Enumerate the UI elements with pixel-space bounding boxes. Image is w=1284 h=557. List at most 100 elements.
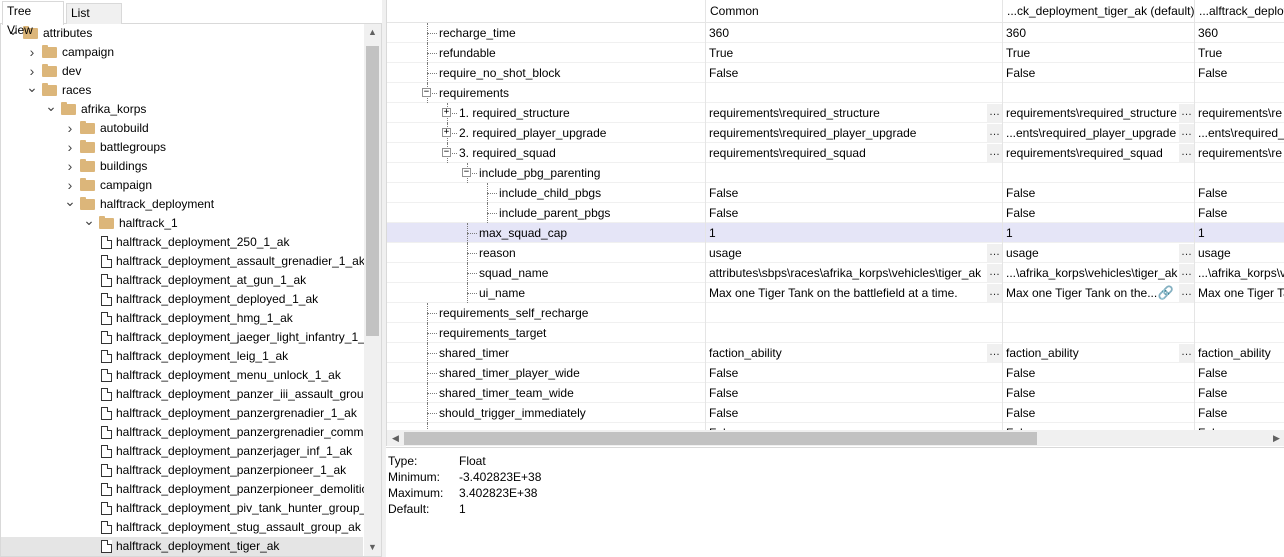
property-row[interactable]: shared_timer_player_wide False False False (387, 363, 1284, 383)
collapse-minus-icon[interactable]: − (462, 168, 471, 177)
tree-folder-item[interactable]: › battlegroups (1, 138, 363, 157)
property-name-cell[interactable]: reason (387, 243, 706, 263)
ellipsis-button[interactable]: … (1179, 124, 1194, 142)
ellipsis-button[interactable]: … (1179, 344, 1194, 362)
property-value-cell[interactable] (706, 303, 1003, 323)
property-name-cell[interactable]: max_squad_cap (387, 223, 706, 243)
property-row[interactable]: ui_name Max one Tiger Tank on the battlef… (387, 283, 1284, 303)
chevron-right-icon[interactable]: › (64, 119, 76, 138)
property-value-cell[interactable]: True (1003, 43, 1195, 63)
property-value-cell[interactable]: 1 (706, 223, 1003, 243)
property-value-cell[interactable]: False (1003, 63, 1195, 83)
ellipsis-button[interactable]: … (1179, 104, 1194, 122)
property-row[interactable]: requirements_self_recharge (387, 303, 1284, 323)
property-value-cell[interactable]: False (1195, 403, 1284, 423)
property-value-cell[interactable]: False (706, 363, 1003, 383)
property-value-cell[interactable]: False (1195, 183, 1284, 203)
tree-folder-item[interactable]: ⌄attributes (1, 24, 363, 43)
chevron-down-icon[interactable]: ⌄ (64, 194, 76, 214)
property-value-cell[interactable]: requirements\required_structure… (706, 103, 1003, 123)
property-row[interactable]: require_no_shot_block False False False (387, 63, 1284, 83)
ellipsis-button[interactable]: … (1179, 144, 1194, 162)
ellipsis-button[interactable]: … (987, 344, 1002, 362)
ellipsis-button[interactable]: … (987, 144, 1002, 162)
ellipsis-button[interactable]: … (987, 124, 1002, 142)
property-value-cell[interactable] (1195, 323, 1284, 343)
ellipsis-button[interactable]: … (1179, 244, 1194, 262)
property-row[interactable]: +1. required_structure requirements\requi… (387, 103, 1284, 123)
property-name-cell[interactable]: +2. required_player_upgrade (387, 123, 706, 143)
property-grid[interactable]: Common ...ck_deployment_tiger_ak (default… (386, 0, 1284, 446)
ellipsis-button[interactable]: … (987, 264, 1002, 282)
property-value-cell[interactable]: Max one Tiger Ta (1195, 283, 1284, 303)
property-value-cell[interactable]: False (1003, 403, 1195, 423)
chevron-right-icon[interactable]: › (64, 157, 76, 176)
tree-file-item[interactable]: halftrack_deployment_panzergrenadier_com… (1, 423, 377, 442)
ellipsis-button[interactable]: … (1179, 284, 1194, 302)
tab-tree-view[interactable]: Tree View (2, 1, 64, 37)
property-name-cell[interactable]: include_child_pbgs (387, 183, 706, 203)
property-value-cell[interactable]: requirements\required_player_upgrade… (706, 123, 1003, 143)
property-name-cell[interactable]: squad_name (387, 263, 706, 283)
tree-file-item[interactable]: halftrack_deployment_jaeger_light_infant… (1, 328, 378, 347)
property-value-cell[interactable]: False (1195, 383, 1284, 403)
scroll-left-arrow-icon[interactable]: ◀ (387, 430, 404, 446)
property-value-cell[interactable] (706, 323, 1003, 343)
scroll-down-arrow-icon[interactable]: ▼ (364, 539, 381, 556)
property-value-cell[interactable] (1195, 163, 1284, 183)
ellipsis-button[interactable]: … (1179, 264, 1194, 282)
column-header[interactable]: ...alftrack_deployme (1195, 0, 1284, 23)
property-name-cell[interactable]: shared_timer (387, 343, 706, 363)
tree-file-item[interactable]: halftrack_deployment_deployed_1_ak (1, 290, 363, 309)
tree-folder-item[interactable]: › autobuild (1, 119, 363, 138)
scroll-right-arrow-icon[interactable]: ▶ (1268, 430, 1284, 446)
property-value-cell[interactable]: requirements\required_structure… (1003, 103, 1195, 123)
property-value-cell[interactable]: False (1195, 203, 1284, 223)
property-row[interactable]: − requirements (387, 83, 1284, 103)
property-value-cell[interactable]: usage (1195, 243, 1284, 263)
chevron-right-icon[interactable]: › (64, 138, 76, 157)
property-value-cell[interactable]: False (706, 63, 1003, 83)
tree-file-item[interactable]: halftrack_deployment_at_gun_1_ak (1, 271, 363, 290)
property-name-cell[interactable]: refundable (387, 43, 706, 63)
property-value-cell[interactable]: 360 (706, 23, 1003, 43)
property-name-cell[interactable]: − requirements (387, 83, 706, 103)
property-value-cell[interactable] (706, 83, 1003, 103)
property-value-cell[interactable]: False (706, 403, 1003, 423)
expand-plus-icon[interactable]: + (442, 128, 451, 137)
property-value-cell[interactable] (706, 163, 1003, 183)
property-row[interactable]: refundable True True True (387, 43, 1284, 63)
property-value-cell[interactable]: Max one Tiger Tank on the... … 🔗 (1003, 283, 1195, 303)
tab-list-view[interactable]: List View (66, 3, 122, 39)
tree-file-item[interactable]: halftrack_deployment_panzerpioneer_1_ak (1, 461, 363, 480)
property-value-cell[interactable]: faction_ability… (1003, 343, 1195, 363)
property-value-cell[interactable]: False (706, 203, 1003, 223)
property-value-cell[interactable]: False (1003, 363, 1195, 383)
property-value-cell[interactable]: ...\afrika_korps\vehicles\tiger_ak… (1003, 263, 1195, 283)
property-value-cell[interactable]: True (1195, 43, 1284, 63)
tree-folder-item[interactable]: ⌄ halftrack_deployment (1, 194, 363, 214)
scroll-up-arrow-icon[interactable]: ▲ (364, 24, 381, 41)
chevron-down-icon[interactable]: ⌄ (26, 80, 38, 100)
property-row[interactable]: include_parent_pbgs False False False (387, 203, 1284, 223)
property-name-cell[interactable]: −3. required_squad (387, 143, 706, 163)
tree-folder-item[interactable]: › campaign (1, 43, 363, 62)
tree-folder-item[interactable]: › dev (1, 62, 363, 81)
tree-file-item[interactable]: halftrack_deployment_panzerjager_inf_1_a… (1, 442, 363, 461)
property-value-cell[interactable]: usage… (1003, 243, 1195, 263)
property-value-cell[interactable]: ...\afrika_korps\v (1195, 263, 1284, 283)
property-value-cell[interactable]: False (706, 383, 1003, 403)
ellipsis-button[interactable]: … (987, 104, 1002, 122)
tree-file-item[interactable]: halftrack_deployment_panzer_iii_assault_… (1, 385, 381, 404)
property-row[interactable]: requirements_target (387, 323, 1284, 343)
property-value-cell[interactable]: 360 (1003, 23, 1195, 43)
link-icon[interactable]: 🔗 (1156, 286, 1176, 300)
tree-file-item[interactable]: halftrack_deployment_panzergrenadier_1_a… (1, 404, 363, 423)
ellipsis-button[interactable]: … (987, 284, 1002, 302)
property-value-cell[interactable]: ...ents\required_player_upgrade… (1003, 123, 1195, 143)
file-tree[interactable]: ⌄attributes›campaign›dev⌄races⌄afrika_ko… (0, 24, 382, 557)
property-name-cell[interactable]: +1. required_structure (387, 103, 706, 123)
tree-folder-item[interactable]: ⌄ afrika_korps (1, 99, 363, 119)
property-value-cell[interactable]: requirements\re (1195, 103, 1284, 123)
ellipsis-button[interactable]: … (987, 244, 1002, 262)
